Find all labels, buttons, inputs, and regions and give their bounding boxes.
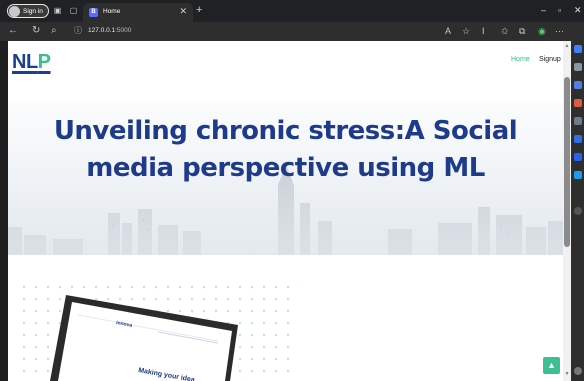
workspaces-icon[interactable]: ▣ <box>53 6 62 15</box>
tab-actions-icon[interactable]: ▢ <box>69 6 78 15</box>
games-icon[interactable] <box>574 99 582 107</box>
sidebar-settings-icon[interactable] <box>574 367 582 375</box>
minimize-button[interactable]: – <box>541 5 546 15</box>
refresh-icon[interactable]: ↻ <box>32 25 40 37</box>
favicon-icon: B <box>89 8 98 17</box>
close-tab-icon[interactable]: ✕ <box>179 6 187 17</box>
nav-home-link[interactable]: Home <box>511 56 530 63</box>
outlook-icon[interactable] <box>574 135 582 143</box>
avatar <box>9 5 20 17</box>
search-sidebar-icon[interactable] <box>574 63 582 71</box>
copilot-icon[interactable] <box>574 45 582 53</box>
tab-title: Home <box>103 8 121 15</box>
back-icon[interactable]: ← <box>8 25 18 37</box>
extension-icon[interactable]: ◉ <box>538 26 546 36</box>
profile-button[interactable]: Sign in <box>7 4 49 18</box>
browser-sidebar <box>571 41 584 381</box>
scroll-down-icon[interactable]: ▼ <box>564 371 570 377</box>
hero-banner: Unveiling chronic stress:A Social media … <box>8 101 563 255</box>
address-bar[interactable]: ⓘ 127.0.0.1:5000 <box>71 25 441 38</box>
shopping-icon[interactable] <box>574 117 582 125</box>
url-port: :5000 <box>115 27 132 34</box>
favorite-star-icon[interactable]: ☆ <box>462 26 470 36</box>
telegram-icon[interactable] <box>574 171 582 179</box>
favorites-icon[interactable]: ✩ <box>501 26 509 36</box>
profile-label: Sign in <box>23 7 43 15</box>
laptop-illustration: Innova Making your idea <box>50 295 238 381</box>
read-aloud-icon[interactable]: A <box>445 26 451 36</box>
site-logo[interactable]: NLP <box>12 51 51 74</box>
tab-home[interactable]: B Home ✕ <box>83 3 193 22</box>
page-scrollbar[interactable]: ▲ ▼ <box>563 41 571 381</box>
tools-icon[interactable] <box>574 81 582 89</box>
office-icon[interactable] <box>574 153 582 161</box>
url-text: 127.0.0.1:5000 <box>88 27 131 34</box>
nav-signup-link[interactable]: Signup <box>539 56 561 63</box>
chevron-up-icon: ▲ <box>547 360 556 370</box>
collections-icon[interactable]: ⧉ <box>519 26 525 36</box>
site-header: NLP Home Signup <box>8 41 563 101</box>
scroll-to-top-button[interactable]: ▲ <box>543 357 560 374</box>
scrollbar-thumb[interactable] <box>564 77 570 247</box>
scroll-up-icon[interactable]: ▲ <box>564 43 570 49</box>
new-tab-button[interactable]: + <box>196 4 202 16</box>
hero-title: Unveiling chronic stress:A Social media … <box>53 116 518 183</box>
url-host: 127.0.0.1 <box>88 27 116 34</box>
site-info-icon[interactable]: ⓘ <box>74 25 82 36</box>
address-toolbar: ← ↻ ⌕ ⓘ 127.0.0.1:5000 A ☆ I ✩ ⧉ ◉ ⋯ <box>0 22 584 41</box>
logo-main: NL <box>12 51 38 73</box>
logo-accent: P <box>37 51 51 73</box>
search-icon[interactable]: ⌕ <box>51 25 57 37</box>
web-page: NLP Home Signup Unveiling chronic stress… <box>8 41 563 381</box>
browser-window: Sign in ▣ ▢ B Home ✕ + – ▫ ✕ ← ↻ ⌕ ⓘ 127… <box>0 0 584 381</box>
close-window-button[interactable]: ✕ <box>574 5 582 16</box>
tab-strip: Sign in ▣ ▢ B Home ✕ + – ▫ ✕ <box>0 0 584 22</box>
add-sidebar-icon[interactable] <box>574 207 582 215</box>
restore-button[interactable]: ▫ <box>558 5 561 15</box>
more-menu-icon[interactable]: ⋯ <box>555 26 564 36</box>
feature-section: Innova Making your idea <box>8 255 563 381</box>
text-cursor-icon[interactable]: I <box>482 26 485 36</box>
